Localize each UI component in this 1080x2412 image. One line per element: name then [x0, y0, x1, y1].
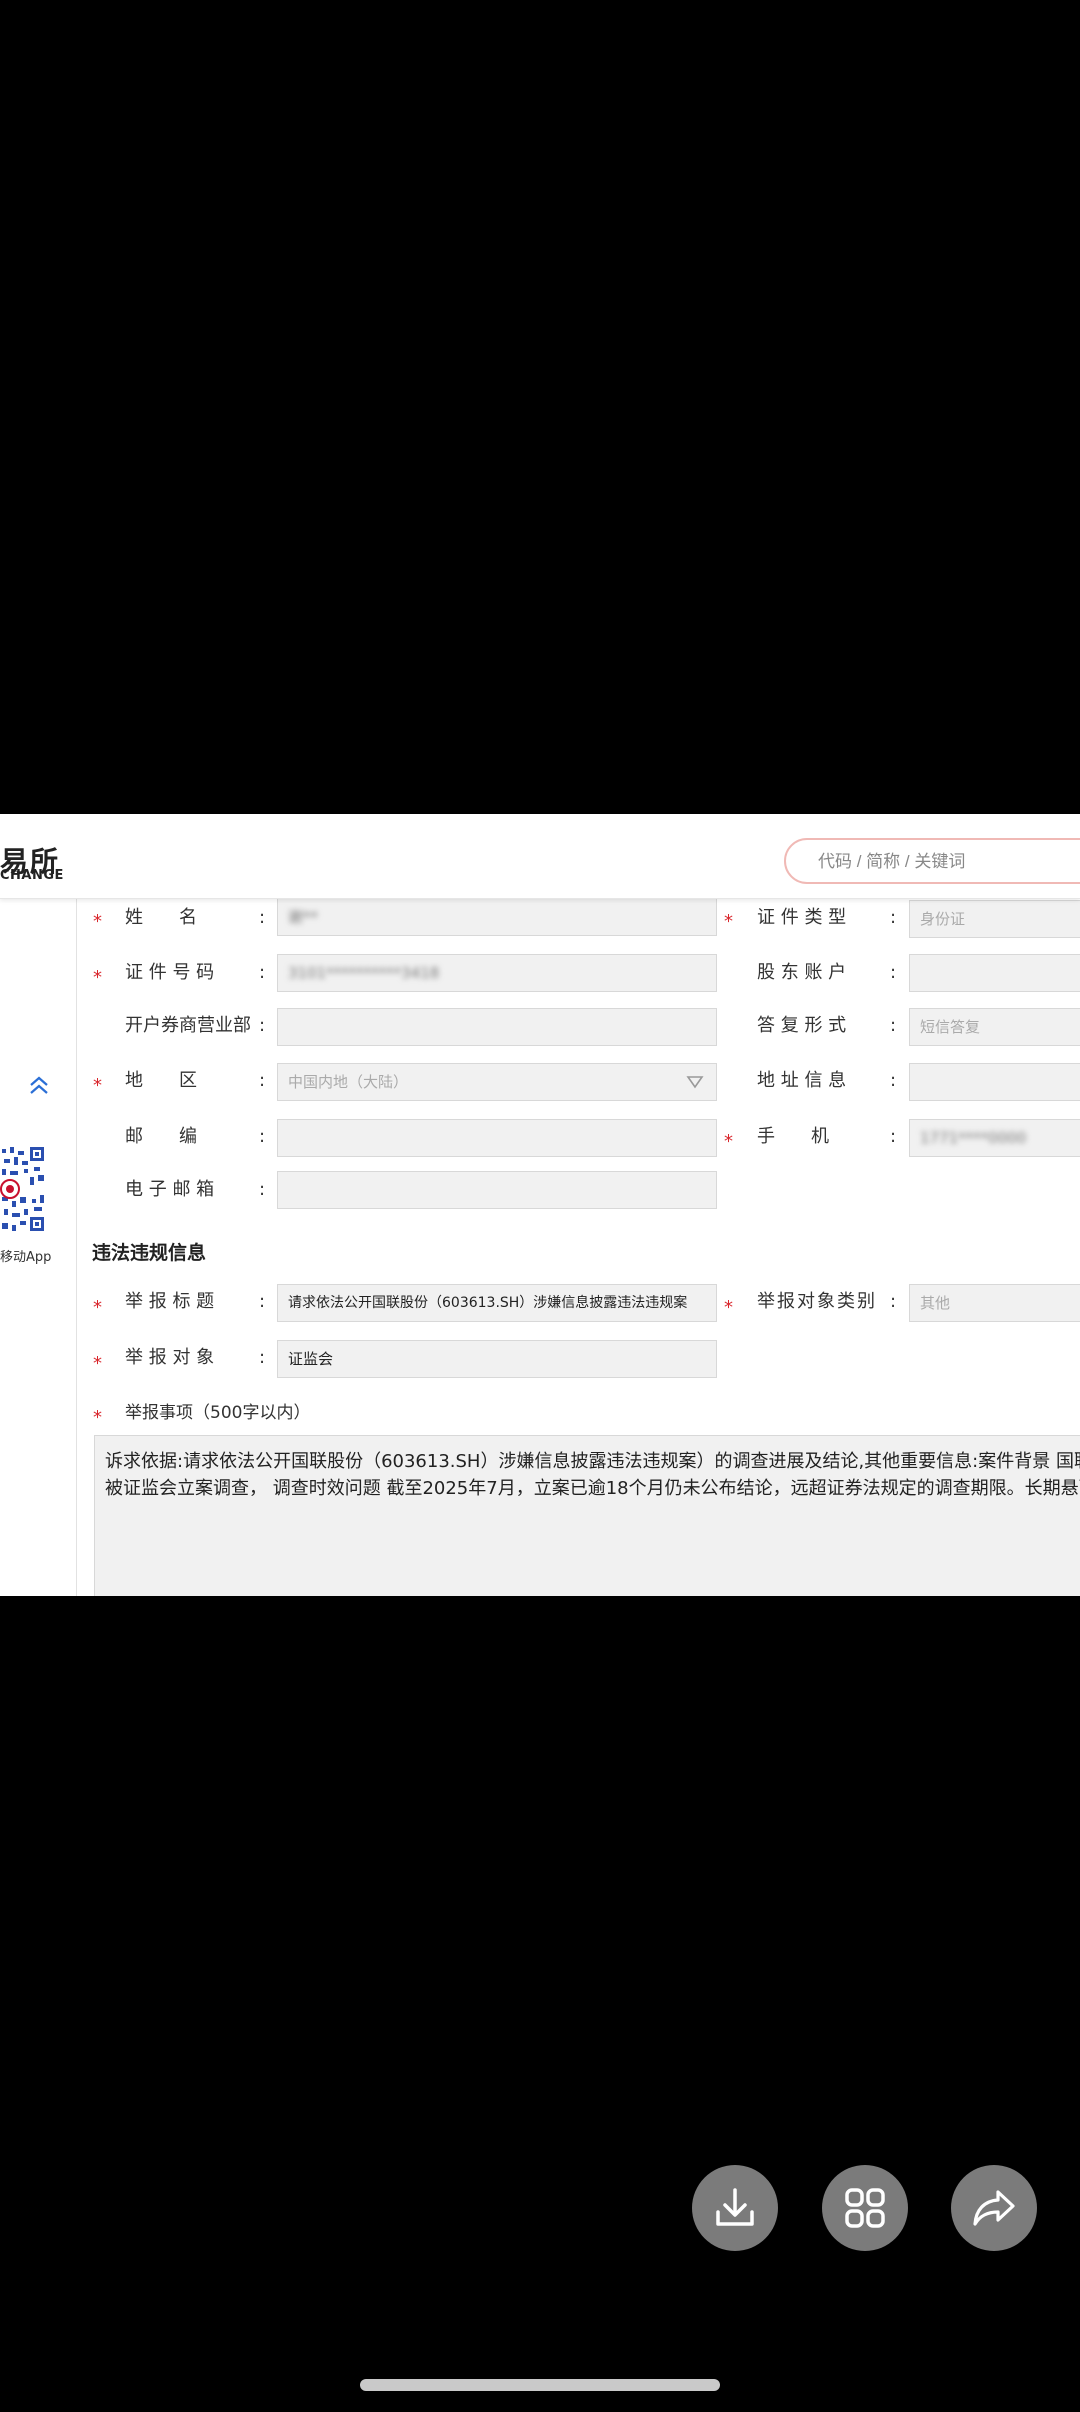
required-mark: *: [724, 1131, 733, 1152]
id-number-field[interactable]: 3101**********3418: [277, 954, 717, 992]
shareholder-account-label: 股 东 账 户: [757, 962, 847, 983]
mobile-label: 手 机: [757, 1126, 829, 1147]
grid-icon: [845, 2188, 885, 2228]
name-value: 谢**: [288, 908, 319, 926]
matter-textarea[interactable]: 诉求依据:请求依法公开国联股份（603613.SH）涉嫌信息披露违法违规案）的调…: [94, 1435, 1080, 1596]
colon: :: [890, 1291, 897, 1312]
matter-label: 举报事项（500字以内）: [125, 1403, 311, 1423]
grid-button[interactable]: [822, 2165, 908, 2251]
colon: :: [890, 962, 897, 983]
id-type-label: 证 件 类 型: [757, 907, 847, 928]
required-mark: *: [724, 911, 733, 932]
download-icon: [716, 2188, 754, 2226]
colon: :: [259, 1126, 266, 1147]
branch-field[interactable]: [277, 1008, 717, 1046]
postcode-label: 邮 编: [125, 1126, 197, 1147]
report-form: * 姓 名 : 谢** * 证 件 类 型 : 身份证 * 证 件 号 码 : …: [77, 898, 1080, 1596]
colon: :: [259, 1291, 266, 1312]
search-box[interactable]: [784, 838, 1080, 884]
section-title: 违法违规信息: [92, 1242, 207, 1264]
address-field[interactable]: [909, 1063, 1080, 1101]
site-header: 易所 CHANGE: [0, 814, 1080, 899]
email-field[interactable]: [277, 1171, 717, 1209]
report-title-label: 举 报 标 题: [125, 1291, 215, 1312]
address-label: 地 址 信 息: [757, 1070, 847, 1091]
report-title-field[interactable]: 请求依法公开国联股份（603613.SH）涉嫌信息披露违法违规案: [277, 1284, 717, 1322]
colon: :: [259, 962, 266, 983]
reply-method-field[interactable]: 短信答复: [909, 1008, 1080, 1046]
required-mark: *: [93, 1297, 102, 1318]
logo-subtext: CHANGE: [0, 868, 64, 883]
required-mark: *: [93, 967, 102, 988]
required-mark: *: [93, 1407, 102, 1428]
id-number-value: 3101**********3418: [288, 964, 440, 982]
id-type-field[interactable]: 身份证: [909, 900, 1080, 938]
chevron-double-up-icon[interactable]: [28, 1076, 50, 1096]
sidebar: 移动App: [0, 898, 77, 1596]
colon: :: [890, 1070, 897, 1091]
qr-code-icon: [0, 1145, 46, 1233]
required-mark: *: [93, 1075, 102, 1096]
name-field[interactable]: 谢**: [277, 898, 717, 936]
triangle-down-icon: [686, 1076, 704, 1089]
mobile-field[interactable]: 1771****0000: [909, 1119, 1080, 1157]
branch-label: 开户券商营业部: [125, 1015, 251, 1036]
id-number-label: 证 件 号 码: [125, 962, 215, 983]
share-icon: [973, 2190, 1015, 2226]
required-mark: *: [93, 911, 102, 932]
search-input[interactable]: [816, 848, 1080, 876]
colon: :: [259, 1347, 266, 1368]
mobile-value: 1771****0000: [920, 1129, 1027, 1147]
region-select[interactable]: 中国内地（大陆）: [277, 1063, 717, 1101]
home-indicator[interactable]: [360, 2379, 720, 2391]
colon: :: [259, 1179, 266, 1200]
colon: :: [259, 907, 266, 928]
share-button[interactable]: [951, 2165, 1037, 2251]
mobile-app-label: 移动App: [0, 1250, 52, 1265]
postcode-field[interactable]: [277, 1119, 717, 1157]
colon: :: [259, 1015, 266, 1036]
target-type-label: 举报对象类别: [757, 1291, 877, 1312]
colon: :: [890, 907, 897, 928]
reply-method-label: 答 复 形 式: [757, 1015, 847, 1036]
target-field[interactable]: 证监会: [277, 1340, 717, 1378]
target-label: 举 报 对 象: [125, 1347, 215, 1368]
colon: :: [259, 1070, 266, 1091]
email-label: 电 子 邮 箱: [125, 1179, 215, 1200]
region-value: 中国内地（大陆）: [288, 1073, 409, 1091]
required-mark: *: [93, 1353, 102, 1374]
target-type-field[interactable]: 其他: [909, 1284, 1080, 1322]
shareholder-account-field[interactable]: [909, 954, 1080, 992]
required-mark: *: [724, 1297, 733, 1318]
screenshot-view: 易所 CHANGE 移动App: [0, 814, 1080, 1596]
name-label: 姓 名: [125, 907, 197, 928]
region-label: 地 区: [125, 1070, 197, 1091]
colon: :: [890, 1126, 897, 1147]
colon: :: [890, 1015, 897, 1036]
download-button[interactable]: [692, 2165, 778, 2251]
